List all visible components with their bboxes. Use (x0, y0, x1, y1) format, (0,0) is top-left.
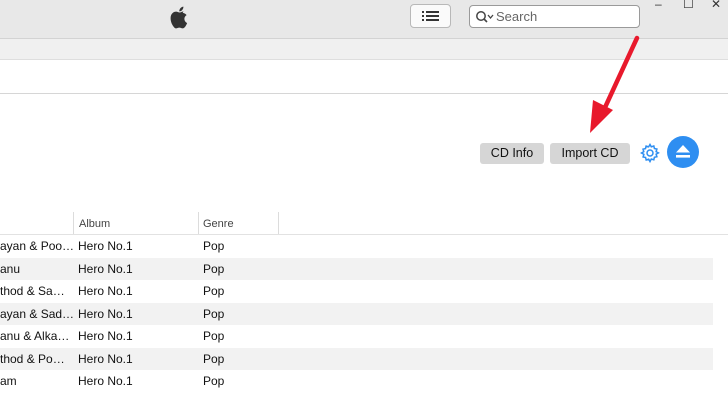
genre-cell: Pop (203, 284, 225, 298)
column-header-genre[interactable]: Genre (203, 218, 234, 230)
table-row[interactable]: anu Hero No.1 Pop (0, 257, 713, 280)
eject-icon (676, 145, 690, 158)
genre-cell: Pop (203, 351, 225, 366)
apple-logo-icon (170, 6, 188, 29)
table-row[interactable]: thod & Po… Hero No.1 Pop (0, 347, 713, 370)
import-cd-button[interactable]: Import CD (550, 143, 630, 164)
table-row[interactable]: ayan & Sad… Hero No.1 Pop (0, 302, 713, 325)
table-row[interactable]: ayan & Poo… Hero No.1 Pop (0, 235, 713, 258)
album-cell: Hero No.1 (78, 374, 133, 388)
album-cell: Hero No.1 (78, 284, 133, 298)
close-button[interactable]: ✕ (711, 0, 721, 11)
album-cell: Hero No.1 (78, 239, 133, 253)
artist-cell: thod & Po… (0, 351, 65, 366)
column-divider[interactable] (73, 212, 74, 234)
genre-cell: Pop (203, 306, 225, 321)
album-cell: Hero No.1 (78, 306, 133, 321)
genre-cell: Pop (203, 261, 225, 276)
list-view-button[interactable] (410, 4, 451, 28)
artist-cell: anu (0, 261, 21, 276)
gear-icon[interactable] (639, 142, 661, 164)
table-header: Album Genre (0, 212, 728, 235)
genre-cell: Pop (203, 239, 225, 253)
genre-cell: Pop (203, 374, 225, 388)
artist-cell: anu & Alka… (0, 329, 70, 343)
window-controls: – ☐ ✕ (655, 0, 728, 11)
eject-button[interactable] (667, 136, 699, 168)
annotation-arrow-icon (590, 35, 640, 133)
list-icon (422, 11, 439, 21)
genre-cell: Pop (203, 329, 225, 343)
table-row[interactable]: am Hero No.1 Pop (0, 370, 713, 393)
artist-cell: ayan & Sad… (0, 306, 75, 321)
artist-cell: am (0, 374, 17, 388)
vertical-scrollbar[interactable] (713, 235, 728, 407)
maximize-button[interactable]: ☐ (683, 0, 694, 11)
column-divider[interactable] (198, 212, 199, 234)
title-bar: – ☐ ✕ (0, 0, 728, 38)
track-list: ayan & Poo… Hero No.1 Pop anu Hero No.1 … (0, 235, 713, 393)
column-divider[interactable] (278, 212, 279, 234)
column-header-album[interactable]: Album (79, 218, 110, 230)
search-icon (476, 11, 494, 23)
album-cell: Hero No.1 (78, 261, 133, 276)
album-cell: Hero No.1 (78, 329, 133, 343)
cd-info-button[interactable]: CD Info (480, 143, 544, 164)
artist-cell: ayan & Poo… (0, 239, 75, 253)
search-box[interactable] (469, 5, 640, 28)
artist-cell: thod & Sa… (0, 284, 65, 298)
table-row[interactable]: thod & Sa… Hero No.1 Pop (0, 280, 713, 303)
search-input[interactable] (496, 8, 634, 25)
minimize-button[interactable]: – (655, 0, 662, 11)
table-row[interactable]: anu & Alka… Hero No.1 Pop (0, 325, 713, 348)
album-cell: Hero No.1 (78, 351, 133, 366)
